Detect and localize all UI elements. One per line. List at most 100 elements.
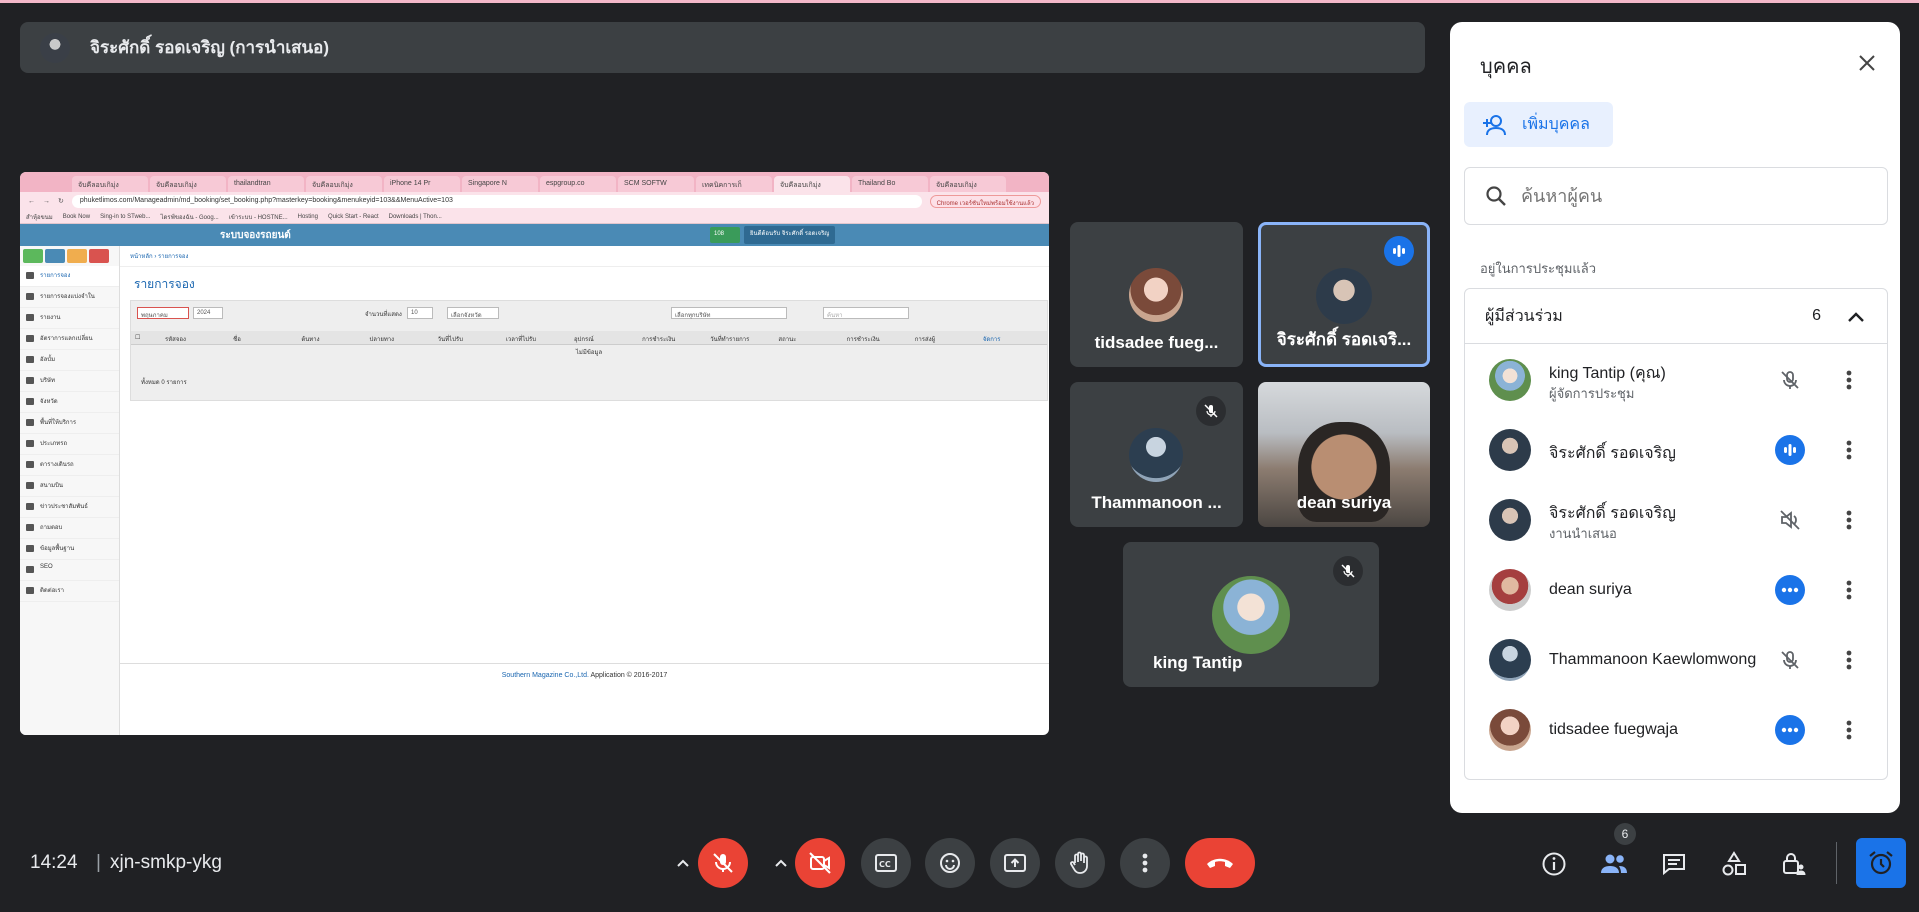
participants-count: 6	[1812, 307, 1821, 324]
more-options-button[interactable]	[1837, 505, 1861, 535]
browser-tab: จับคีลอบเกิมุ่ง	[306, 176, 382, 192]
more-options-button[interactable]	[1837, 645, 1861, 675]
footer-text: Application © 2016-2017	[588, 672, 668, 679]
participant-tile[interactable]: tidsadee fueg...	[1070, 222, 1243, 367]
more-vert-icon	[1846, 650, 1852, 670]
more-options-button[interactable]	[1120, 838, 1170, 888]
sidebar-quick-icons	[20, 246, 119, 266]
meeting-details-button[interactable]	[1536, 846, 1572, 882]
people-button[interactable]	[1596, 846, 1632, 882]
participant-tile[interactable]: Thammanoon ...	[1070, 382, 1243, 527]
host-controls-button[interactable]	[1776, 846, 1812, 882]
more-options-button[interactable]	[1837, 575, 1861, 605]
reactions-button[interactable]	[925, 838, 975, 888]
more-options-button[interactable]	[1837, 435, 1861, 465]
participant-avatar	[1316, 268, 1372, 324]
participant-video-tile[interactable]: dean suriya	[1258, 382, 1430, 527]
browser-tab: Singapore N	[462, 176, 538, 192]
chat-button[interactable]	[1656, 846, 1692, 882]
footer-link: Southern Magazine Co.,Ltd.	[501, 672, 589, 679]
present-to-all-icon	[1004, 854, 1026, 872]
bookmark: เข้าระบบ - HOSTNE...	[228, 214, 288, 221]
participants-group-label: ผู้มีส่วนร่วม	[1485, 307, 1563, 325]
participant-name: tidsadee fueg...	[1094, 333, 1219, 352]
meeting-separator: |	[96, 852, 101, 873]
section-label: อยู่ในการประชุมแล้ว	[1480, 261, 1597, 276]
bookmark: Quick Start - React	[327, 213, 379, 220]
province-select: เลือกจังหวัด	[447, 307, 499, 319]
add-people-button[interactable]: เพิ่มบุคคล	[1464, 102, 1613, 147]
more-options-button[interactable]	[1837, 715, 1861, 745]
chat-icon	[1663, 854, 1685, 876]
sidebar-item: SEO	[20, 560, 119, 581]
audio-options-button[interactable]	[668, 838, 698, 888]
meeting-timer-button[interactable]	[1856, 838, 1906, 888]
sidebar-item: อัตราการแลกเปลี่ยน	[20, 329, 119, 350]
participant-row: dean suriya	[1465, 555, 1889, 625]
microphone-toggle-button[interactable]	[698, 838, 748, 888]
more-vert-icon	[1142, 853, 1148, 873]
page-title: รายการจอง	[134, 277, 195, 291]
sidebar-item: จังหวัด	[20, 392, 119, 413]
people-count-badge: 6	[1614, 823, 1636, 845]
toolbar-divider	[1836, 842, 1837, 884]
app-user-menu: ยินดีต้อนรับ จิระศักดิ์ รอดเจริญ	[744, 226, 836, 244]
participant-tile-self[interactable]: king Tantip	[1123, 542, 1379, 687]
table-column: อุปกรณ์	[573, 337, 594, 343]
presenter-avatar	[40, 32, 70, 63]
more-vert-icon	[1846, 580, 1852, 600]
table-column: รหัสจอง	[165, 337, 186, 343]
sidebar-item: รายการจองแบ่งจำใน	[20, 287, 119, 308]
activities-button[interactable]	[1716, 846, 1752, 882]
call-end-icon	[1207, 858, 1233, 868]
browser-tab-active: จับคีลอบเกิมุ่ง	[774, 176, 850, 192]
browser-tab: เทคนิคการเก็	[696, 176, 772, 192]
bookmarks-bar: สำหุ้อขนม Book Now Sing-in to STweb... ไ…	[20, 210, 1049, 224]
back-icon: ←	[28, 197, 35, 205]
table-column: ชื่อ	[233, 337, 241, 343]
show-count-label: จำนวนที่แสดง	[365, 312, 402, 318]
presenter-label: จิระศักดิ์ รอดเจริญ (การนำเสนอ)	[90, 38, 330, 57]
svg-text:CC: CC	[879, 860, 891, 869]
people-panel: บุคคล เพิ่มบุคคล อยู่ในการประชุมแล้ว ผู้…	[1450, 22, 1900, 813]
select-all-checkbox: ☐	[135, 335, 141, 341]
sidebar-item: ข่าวประชาสัมพันธ์	[20, 497, 119, 518]
browser-tab: espgroup.co	[540, 176, 616, 192]
sidebar-item: บริษัท	[20, 371, 119, 392]
month-select: พฤษภาคม	[137, 307, 189, 319]
app-footer: Southern Magazine Co.,Ltd. Application ©…	[120, 663, 1049, 679]
leave-call-button[interactable]	[1185, 838, 1255, 888]
participant-role: ผู้จัดการประชุม	[1549, 386, 1635, 401]
raise-hand-button[interactable]	[1055, 838, 1105, 888]
search-people-input[interactable]	[1521, 185, 1841, 207]
present-screen-button[interactable]	[990, 838, 1040, 888]
participant-name: tidsadee fuegwaja	[1549, 721, 1678, 738]
camera-toggle-button[interactable]	[795, 838, 845, 888]
mic-off-icon	[1333, 556, 1363, 586]
video-options-button[interactable]	[766, 838, 796, 888]
sidebar-item: ติดต่อเรา	[20, 581, 119, 602]
participants-group-header[interactable]: ผู้มีส่วนร่วม 6	[1465, 289, 1887, 344]
participant-name: จิระศักดิ์ รอดเจริญ	[1549, 445, 1676, 462]
more-options-button[interactable]	[1837, 365, 1861, 395]
table-search: ค้นหา	[823, 307, 909, 319]
shapes-icon	[1722, 851, 1746, 876]
search-icon	[1486, 186, 1506, 206]
close-panel-button[interactable]	[1852, 48, 1882, 78]
search-people	[1464, 167, 1888, 225]
table-column: วันที่ไปรับ	[437, 337, 463, 343]
participant-row: Thammanoon Kaewlomwong	[1465, 625, 1889, 695]
captions-button[interactable]: CC	[861, 838, 911, 888]
app-content: หน้าหลัก › รายการจอง รายการจอง พฤษภาคม 2…	[120, 246, 1049, 735]
participant-name: Thammanoon Kaewlomwong	[1549, 651, 1757, 668]
sidebar-item: สนามบิน	[20, 476, 119, 497]
closed-captions-icon: CC	[875, 854, 897, 872]
alarm-clock-icon	[1869, 851, 1893, 875]
browser-tab: จับคีลอบเกิมุ่ง	[150, 176, 226, 192]
table-column: วันที่ทำรายการ	[710, 337, 750, 343]
participant-row: king Tantip (คุณ) ผู้จัดการประชุม	[1465, 345, 1889, 415]
sidebar-item: อัลบั้ม	[20, 350, 119, 371]
participant-tile-speaking[interactable]: จิระศักดิ์ รอดเจริ...	[1258, 222, 1430, 367]
more-vert-icon	[1846, 440, 1852, 460]
panel-title: บุคคล	[1480, 56, 1532, 78]
